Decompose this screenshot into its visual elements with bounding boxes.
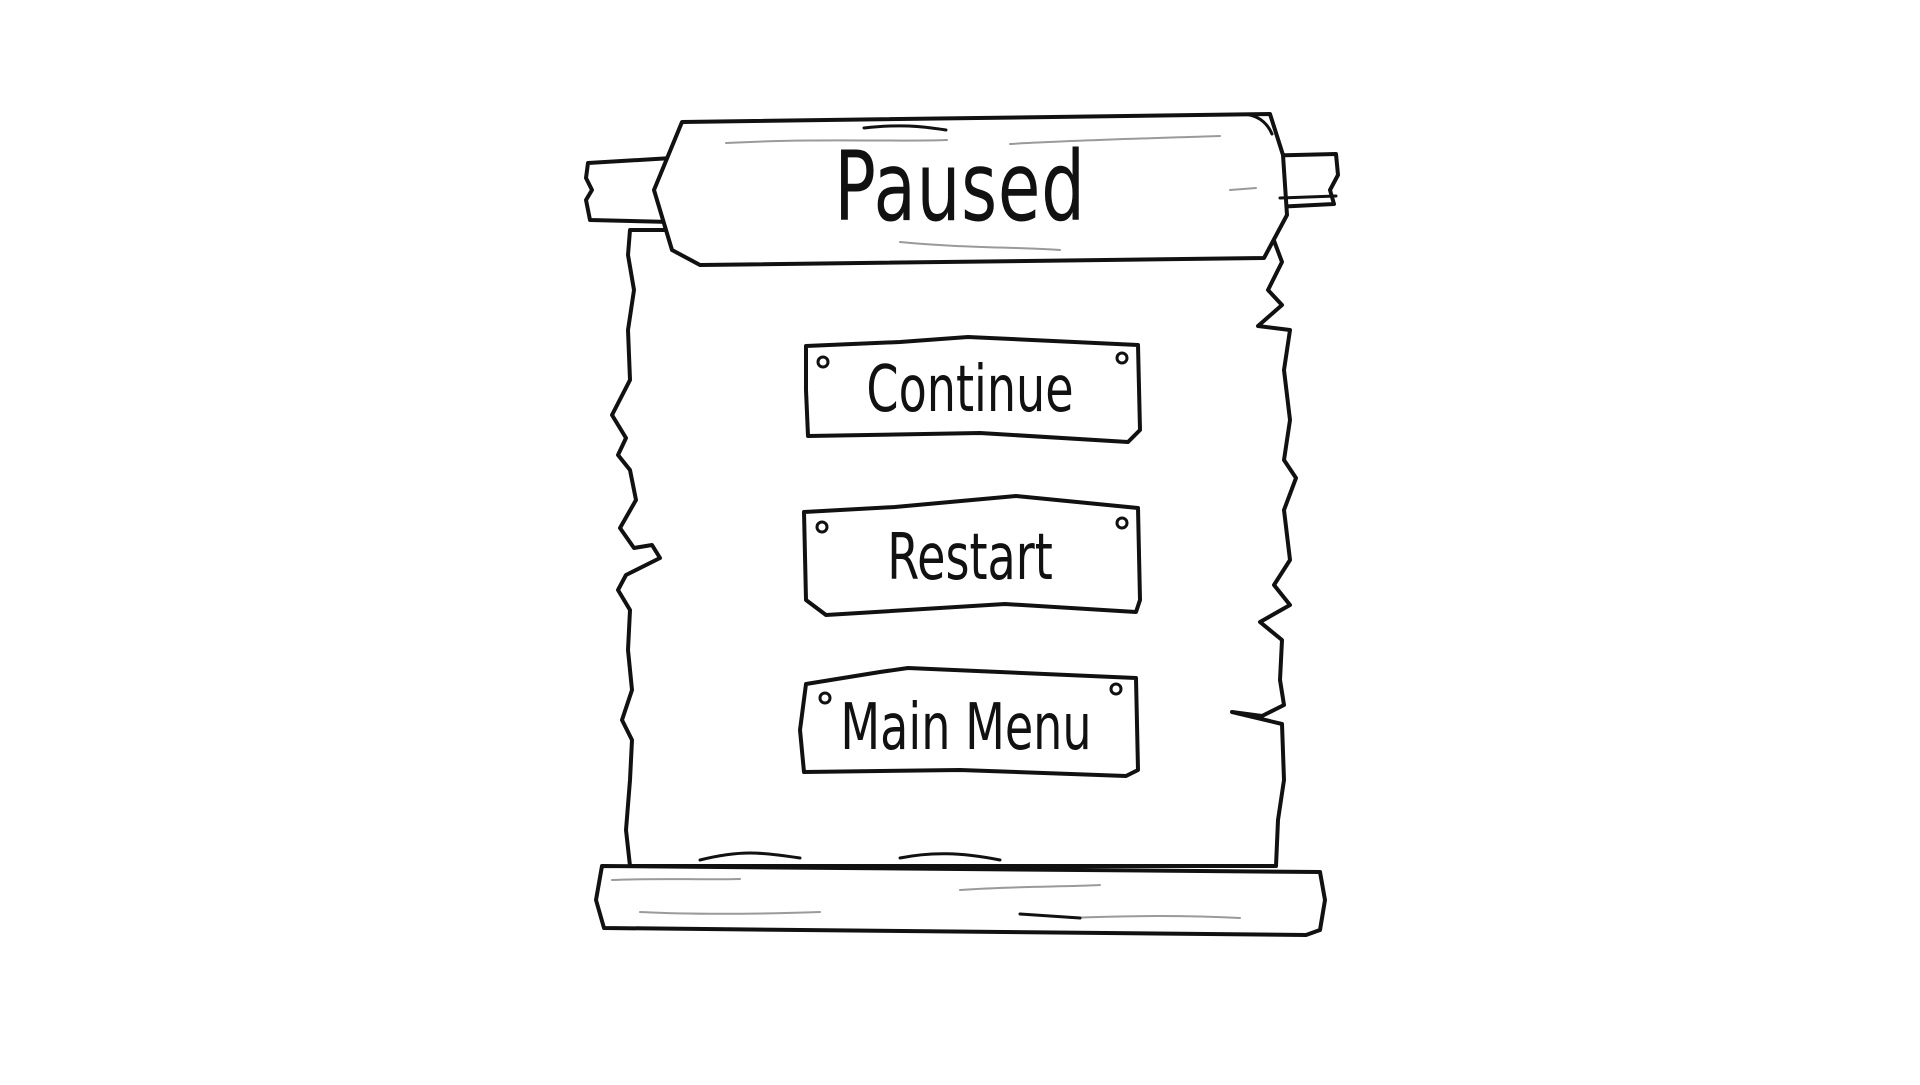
main-menu-button[interactable] [800,668,1138,776]
bottom-plank [594,864,1327,937]
pause-screen: Paused Continue Restart Main Menu [0,0,1920,1080]
restart-button[interactable] [804,496,1140,615]
pause-menu-artwork [584,112,1340,937]
continue-button[interactable] [806,337,1140,442]
